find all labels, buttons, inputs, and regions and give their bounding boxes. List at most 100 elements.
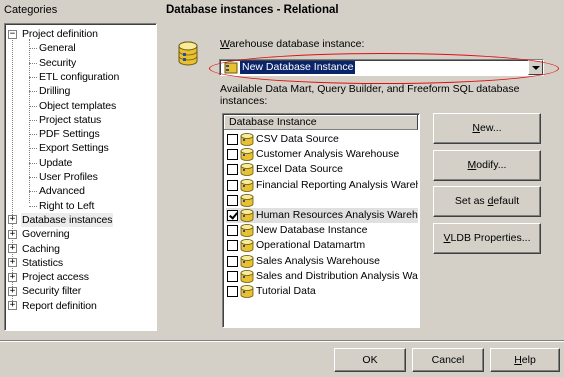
expand-icon[interactable]: + bbox=[8, 301, 17, 311]
database-instance-icon bbox=[240, 269, 254, 283]
tree-connector-line bbox=[29, 148, 37, 150]
instance-label: Sales Analysis Warehouse bbox=[256, 254, 380, 267]
tree-item-project-definition[interactable]: Project definition bbox=[21, 27, 99, 41]
instance-checkbox[interactable] bbox=[227, 210, 238, 221]
tree-item-governing[interactable]: Governing bbox=[21, 227, 71, 241]
warehouse-instance-label: Warehouse database instance: bbox=[220, 38, 365, 50]
categories-tree[interactable]: − Project definition General Security ETL co… bbox=[4, 23, 157, 331]
list-item[interactable]: CSV Data Source bbox=[226, 132, 418, 147]
tree-item-etl-configuration[interactable]: ETL configuration bbox=[39, 70, 119, 84]
instance-label: Tutorial Data bbox=[256, 285, 316, 297]
expand-icon[interactable]: + bbox=[8, 272, 17, 282]
list-column-header[interactable]: Database Instance bbox=[224, 115, 418, 130]
instance-checkbox[interactable] bbox=[227, 179, 238, 191]
tree-connector-line bbox=[29, 134, 37, 136]
instance-label: Operational Datamartm bbox=[256, 239, 366, 252]
list-item[interactable]: Financial Reporting Analysis Wareh... bbox=[226, 178, 418, 193]
ok-button[interactable]: OK bbox=[334, 348, 406, 372]
tree-connector-line bbox=[29, 162, 37, 164]
instance-checkbox[interactable] bbox=[227, 149, 238, 161]
database-instance-list[interactable]: Database Instance CSV Data Source Custome… bbox=[222, 113, 420, 328]
list-item[interactable]: Tutorial Data bbox=[226, 284, 418, 299]
instance-label: New Database Instance bbox=[256, 224, 368, 237]
instance-checkbox[interactable] bbox=[227, 134, 238, 145]
instance-checkbox[interactable] bbox=[227, 194, 238, 206]
database-instance-icon bbox=[240, 239, 254, 253]
categories-title: Categories bbox=[4, 4, 58, 16]
list-item[interactable]: Customer Analysis Warehouse bbox=[226, 147, 418, 162]
tree-item-report-definition[interactable]: Report definition bbox=[21, 299, 98, 313]
database-instance-icon bbox=[240, 285, 254, 298]
list-item[interactable]: Operational Datamartm bbox=[226, 238, 418, 253]
database-instance-icon bbox=[240, 254, 254, 268]
database-instance-icon bbox=[240, 224, 254, 238]
expand-icon[interactable]: + bbox=[8, 229, 17, 239]
help-button[interactable]: Help bbox=[490, 348, 560, 372]
database-instance-icon bbox=[240, 133, 254, 146]
dropdown-arrow-button[interactable] bbox=[528, 60, 543, 75]
page-title: Database instances - Relational bbox=[166, 4, 339, 16]
tree-item-database-instances[interactable]: Database instances bbox=[21, 212, 114, 227]
tree-item-export-settings[interactable]: Export Settings bbox=[39, 141, 109, 155]
collapse-icon[interactable]: − bbox=[8, 29, 17, 39]
new-button[interactable]: New... bbox=[433, 113, 541, 144]
instance-checkbox[interactable] bbox=[227, 270, 238, 282]
tree-item-update[interactable]: Update bbox=[39, 156, 72, 170]
database-instance-icon bbox=[240, 148, 254, 162]
list-item[interactable] bbox=[226, 193, 418, 208]
tree-connector-line bbox=[29, 119, 37, 121]
tree-connector-line bbox=[29, 177, 37, 178]
set-as-default-button[interactable]: Set as default bbox=[433, 186, 541, 217]
tree-item-project-status[interactable]: Project status bbox=[39, 113, 101, 127]
tree-item-security-filter[interactable]: Security filter bbox=[21, 284, 82, 298]
instance-label: CSV Data Source bbox=[256, 133, 339, 145]
database-instance-icon bbox=[240, 163, 254, 177]
expand-icon[interactable]: + bbox=[8, 215, 17, 225]
list-item[interactable]: Excel Data Source bbox=[226, 162, 418, 177]
expand-icon[interactable]: + bbox=[8, 244, 17, 253]
list-item[interactable]: Human Resources Analysis Wareho... bbox=[226, 208, 418, 223]
list-item[interactable]: Sales and Distribution Analysis War... bbox=[226, 269, 418, 284]
instance-label: Human Resources Analysis Wareho... bbox=[256, 209, 418, 221]
expand-icon[interactable]: + bbox=[8, 286, 17, 296]
footer-separator bbox=[0, 340, 564, 342]
instance-checkbox[interactable] bbox=[227, 286, 238, 297]
list-item[interactable]: New Database Instance bbox=[226, 223, 418, 238]
tree-item-statistics[interactable]: Statistics bbox=[21, 256, 64, 270]
instance-label: Financial Reporting Analysis Wareh... bbox=[256, 178, 418, 191]
instance-checkbox[interactable] bbox=[227, 225, 238, 237]
available-instances-label: Available Data Mart, Query Builder, and … bbox=[220, 83, 520, 107]
database-instance-icon bbox=[240, 209, 254, 222]
instance-label: Excel Data Source bbox=[256, 163, 343, 176]
tree-item-user-profiles[interactable]: User Profiles bbox=[39, 170, 98, 184]
warehouse-instance-value: New Database Instance bbox=[240, 61, 356, 74]
list-item[interactable]: Sales Analysis Warehouse bbox=[226, 254, 418, 269]
tree-item-caching[interactable]: Caching bbox=[21, 242, 61, 256]
instance-checkbox[interactable] bbox=[227, 255, 238, 267]
tree-item-object-templates[interactable]: Object templates bbox=[39, 99, 116, 113]
instance-checkbox[interactable] bbox=[227, 240, 238, 252]
warehouse-instance-select[interactable]: New Database Instance bbox=[219, 59, 544, 76]
tree-item-right-to-left[interactable]: Right to Left bbox=[39, 199, 94, 213]
database-instance-icon bbox=[224, 62, 238, 74]
tree-item-pdf-settings[interactable]: PDF Settings bbox=[39, 127, 100, 141]
tree-connector-line bbox=[29, 191, 37, 193]
vldb-properties-button[interactable]: VLDB Properties... bbox=[433, 223, 541, 254]
tree-connector-line bbox=[29, 48, 37, 50]
tree-connector-line bbox=[29, 62, 37, 64]
tree-item-security[interactable]: Security bbox=[39, 56, 76, 70]
tree-item-drilling[interactable]: Drilling bbox=[39, 84, 70, 98]
tree-item-advanced[interactable]: Advanced bbox=[39, 184, 85, 198]
tree-item-general[interactable]: General bbox=[39, 41, 76, 55]
cancel-button[interactable]: Cancel bbox=[412, 348, 484, 372]
expand-icon[interactable]: + bbox=[8, 258, 17, 268]
tree-item-project-access[interactable]: Project access bbox=[21, 270, 90, 284]
instance-checkbox[interactable] bbox=[227, 164, 238, 176]
instance-label: Sales and Distribution Analysis War... bbox=[256, 269, 418, 282]
database-instance-icon bbox=[240, 178, 254, 192]
tree-connector-line bbox=[29, 105, 37, 107]
modify-button[interactable]: Modify... bbox=[433, 150, 541, 181]
instance-label: Customer Analysis Warehouse bbox=[256, 148, 400, 161]
tree-connector-line bbox=[12, 37, 13, 309]
tree-connector-line bbox=[29, 205, 37, 207]
